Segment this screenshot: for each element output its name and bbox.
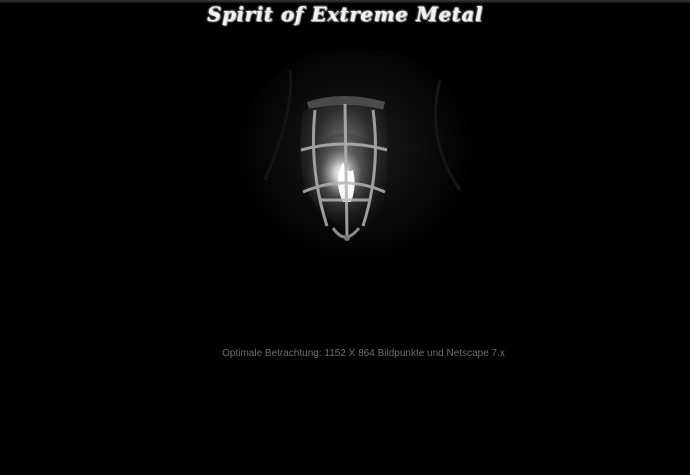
page: Spirit of Extreme Metal Optimale Betrach… [0, 0, 690, 475]
site-title: Spirit of Extreme Metal [207, 2, 483, 26]
lantern-image [235, 50, 475, 275]
viewing-hint: Optimale Betrachtung: 1152 X 864 Bildpun… [222, 348, 505, 359]
